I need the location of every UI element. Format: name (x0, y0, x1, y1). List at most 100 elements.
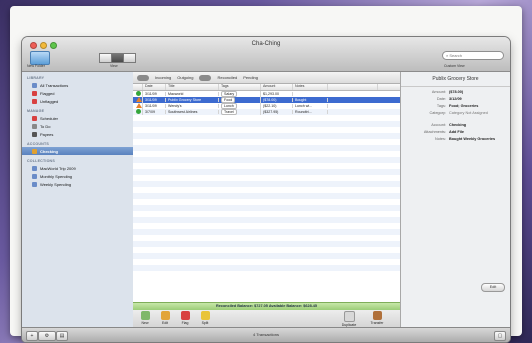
notes-cell: Roundtri... (293, 110, 328, 114)
filter-incoming[interactable]: Incoming (155, 75, 171, 80)
detail-field-key: Notes: (435, 137, 446, 141)
sidebar-item-label: Scheduler (40, 115, 59, 121)
info-icon[interactable]: ▢ (494, 331, 506, 341)
flag-label: Flag (181, 321, 189, 325)
col-title[interactable]: Title (166, 84, 219, 90)
detail-field: Category: Category Not Assigned (401, 111, 510, 115)
detail-field-value: Bought Weekly Groceries (449, 137, 496, 141)
search-placeholder: Search (449, 53, 463, 58)
collection-icon (32, 165, 37, 171)
sidebar-section-header[interactable]: COLLECTIONS (27, 159, 133, 163)
flag-icon (180, 311, 190, 320)
new-button[interactable]: New (137, 311, 153, 325)
detail-field-key: Date: (436, 97, 446, 101)
sidebar-item-label: Monthly Spending (40, 173, 73, 179)
sidebar-item-all-transactions[interactable]: All Transactions (22, 81, 133, 89)
list-icon (32, 82, 37, 88)
transaction-list: 3/11/09 Macworld Salary $1,293.00 3/11/09 Pub… (133, 91, 400, 277)
detail-field: Amount: ($78.00) (401, 90, 510, 94)
empty-row (133, 271, 400, 277)
calendar-icon (32, 115, 37, 121)
pencil-icon (160, 311, 170, 320)
search-field[interactable]: ⌕ Search (442, 51, 504, 60)
detail-edit-button[interactable]: Edit (481, 283, 505, 292)
filter-pending[interactable]: Pending (243, 75, 258, 80)
detail-fields: Amount: ($78.00) Date: 3/12/09 Tags: Food; Gr… (401, 90, 510, 141)
detail-field: Date: 3/12/09 (401, 97, 510, 101)
title-cell: Wendy's (166, 104, 219, 108)
detail-field: Tags: Food; Groceries (401, 104, 510, 108)
detail-field: Account: Checking (401, 123, 510, 127)
col-status[interactable] (133, 84, 143, 90)
detail-field-key: Category: (429, 111, 446, 115)
warning-icon (136, 103, 142, 108)
date-cell: 3/7/09 (143, 110, 166, 114)
view-segmented-control[interactable] (99, 53, 136, 63)
app-window: Cha-Ching New Folder View ⌕ Search Custo… (22, 37, 510, 342)
split-icon (200, 311, 210, 320)
sidebar-item-checking[interactable]: Checking (22, 147, 133, 155)
checklist-icon (32, 123, 37, 129)
detail-field-value[interactable]: Add File (449, 130, 507, 134)
flag-button[interactable]: Flag (177, 311, 193, 325)
title-cell: Macworld (166, 92, 219, 96)
check-circle-icon (136, 109, 141, 114)
transactions-pane: Incoming Outgoing Reconciled Pending Dat… (133, 72, 401, 327)
col-amount[interactable]: Amount (261, 84, 293, 90)
flag-icon (32, 90, 37, 96)
split-button[interactable]: Split (197, 311, 213, 325)
sidebar-item-weekly-spending[interactable]: Weekly Spending (22, 180, 133, 188)
title-bar: Cha-Ching New Folder View ⌕ Search Custo… (22, 37, 510, 72)
split-label: Split (201, 321, 209, 325)
amount-cell: ($22.10) (261, 104, 293, 108)
sidebar-item-payees[interactable]: Payees (22, 130, 133, 138)
filter-toggle-1[interactable] (137, 74, 149, 81)
detail-field: Attachments: Add File (401, 130, 510, 134)
edit-transaction-button[interactable]: Edit (157, 311, 173, 325)
detail-field-value: Food; Groceries (449, 104, 479, 108)
sidebar-item-unflagged[interactable]: Unflagged (22, 97, 133, 105)
window-title: Cha-Ching (251, 41, 281, 47)
title-cell: Publix Grocery Store (166, 98, 219, 102)
title-cell: Southwest Airlines (166, 110, 219, 114)
transfer-button[interactable]: Transfer (369, 311, 385, 325)
amount-cell: $1,293.00 (261, 92, 293, 96)
bottom-bar: + ⚙ ▤ 4 Transactions ▢ (22, 327, 510, 342)
sidebar-item-label: Checking (40, 148, 59, 154)
filter-reconciled[interactable]: Reconciled (217, 75, 237, 80)
tag-token[interactable]: Travel (221, 109, 237, 115)
sidebar-item-label: All Transactions (40, 82, 69, 88)
flag-outline-icon (32, 98, 37, 104)
sidebar-item-macworld-trip-2009[interactable]: MacWorld Trip 2009 (22, 164, 133, 172)
sidebar-section-header[interactable]: ACCOUNTS (27, 142, 133, 146)
collection-icon (32, 181, 37, 187)
filter-toggle-2[interactable] (199, 74, 212, 81)
sidebar-item-to-do[interactable]: To Do (22, 122, 133, 130)
filter-bar: Incoming Outgoing Reconciled Pending (133, 72, 400, 84)
balance-bar: Reconciled Balance: $727.05 Available Ba… (133, 302, 400, 310)
amount-cell: ($327.95) (261, 110, 293, 114)
duplicate-button[interactable]: Duplicate (341, 311, 357, 327)
filter-outgoing[interactable]: Outgoing (177, 75, 193, 80)
detail-field-value: ($78.00) (449, 90, 464, 94)
view-mode-3-icon[interactable] (123, 53, 136, 63)
warning-icon (136, 97, 142, 102)
detail-field-key: Amount: (431, 90, 446, 94)
view-label: View (110, 64, 118, 68)
transfer-label: Transfer (370, 321, 384, 325)
col-tags[interactable]: Tags (219, 84, 261, 90)
col-date[interactable]: Date (143, 84, 166, 90)
transfer-icon (372, 311, 382, 320)
sidebar-item-scheduler[interactable]: Scheduler (22, 114, 133, 122)
sidebar-item-monthly-spending[interactable]: Monthly Spending (22, 172, 133, 180)
date-cell: 3/11/09 (143, 98, 166, 102)
sidebar-item-flagged[interactable]: Flagged (22, 89, 133, 97)
col-notes[interactable]: Notes (293, 84, 328, 90)
detail-edit-label: Edit (481, 283, 505, 292)
duplicate-icon (343, 311, 355, 322)
new-folder-button[interactable] (30, 51, 50, 65)
amount-cell: ($78.00) (261, 98, 293, 102)
action-bar: New Edit Flag Split Duplicate Transfer (133, 310, 400, 327)
sidebar-section-header[interactable]: MANAGE (27, 109, 133, 113)
sidebar-section-header[interactable]: LIBRARY (27, 76, 133, 80)
